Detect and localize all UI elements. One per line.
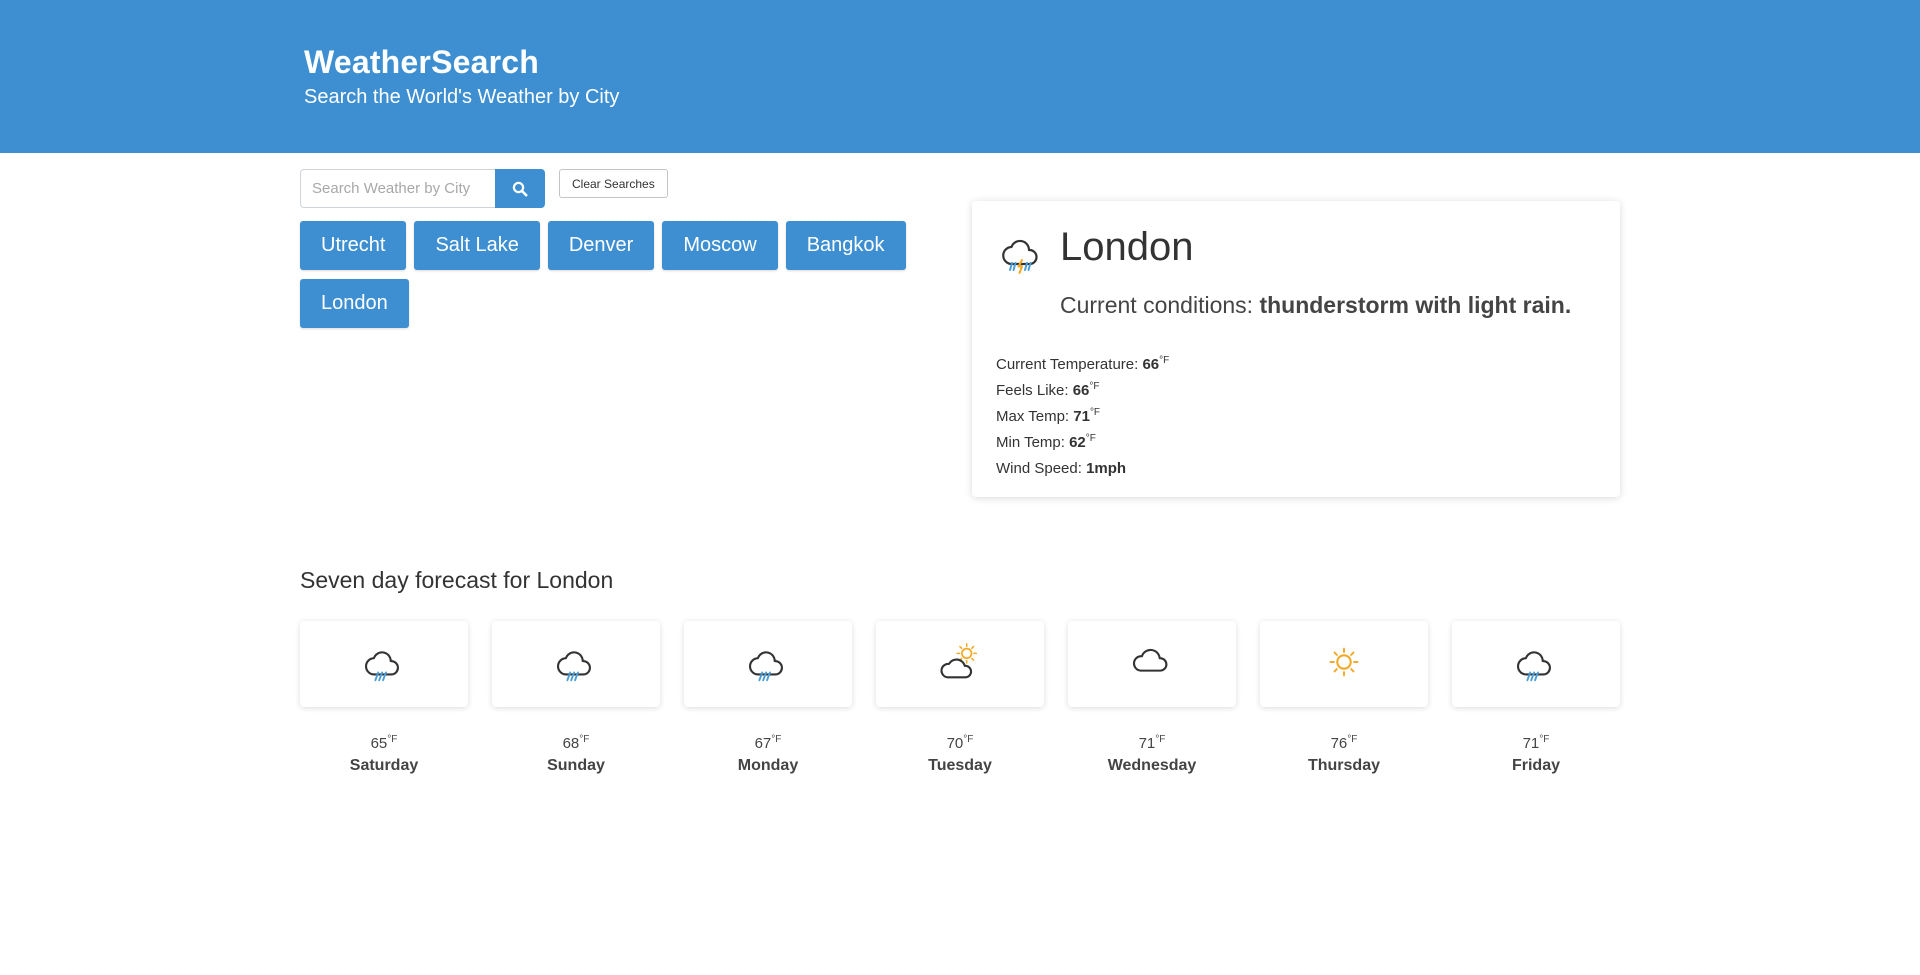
stat-value: 71 xyxy=(1073,408,1090,425)
app-subtitle: Search the World's Weather by City xyxy=(304,86,620,108)
forecast-day: 71°F Wednesday xyxy=(1068,621,1236,775)
stat-row: Wind Speed: 1mph xyxy=(996,452,1169,478)
forecast-temp-value: 71 xyxy=(1522,735,1540,752)
forecast-temp: 76°F xyxy=(1260,734,1428,752)
forecast-day-name: Friday xyxy=(1511,757,1560,774)
search-icon xyxy=(512,181,528,196)
forecast-temp: 65°F xyxy=(300,734,468,752)
stat-row: Max Temp: 71°F xyxy=(996,400,1169,426)
sun-icon xyxy=(1321,639,1367,690)
forecast-card xyxy=(876,621,1044,707)
forecast-temp: 70°F xyxy=(876,734,1044,752)
forecast-temp-unit: °F xyxy=(1155,734,1166,745)
rain-icon xyxy=(1513,639,1559,690)
forecast-day: 68°F Sunday xyxy=(492,621,660,775)
current-stats: Current Temperature: 66°F Feels Like: 66°… xyxy=(996,348,1169,478)
forecast-day: 71°F Friday xyxy=(1452,621,1620,775)
rain-icon xyxy=(745,639,791,690)
forecast-day: 76°F Thursday xyxy=(1260,621,1428,775)
forecast-list: 65°F Saturday 68°F Sunday 67°F Monday 70°F Tues… xyxy=(300,621,1620,775)
forecast-day-name: Sunday xyxy=(547,757,605,774)
forecast-temp-unit: °F xyxy=(1347,734,1358,745)
stat-value: 66 xyxy=(1072,382,1090,399)
city-button-moscow[interactable]: Moscow xyxy=(662,221,778,270)
stat-value: 1mph xyxy=(1086,460,1127,477)
forecast-day-name: Saturday xyxy=(349,757,419,774)
forecast-temp-value: 65 xyxy=(370,735,388,752)
thunderstorm-rain-icon xyxy=(998,227,1046,280)
stat-unit: °F xyxy=(1089,381,1100,392)
stat-row: Feels Like: 66°F xyxy=(996,374,1169,400)
forecast-temp: 68°F xyxy=(492,734,660,752)
rain-icon xyxy=(553,639,599,690)
rain-icon xyxy=(361,639,407,690)
search-history: Utrecht Salt Lake Denver Moscow Bangkok Londo… xyxy=(300,221,910,328)
stat-label: Wind Speed: xyxy=(996,460,1087,477)
forecast-temp-value: 67 xyxy=(754,735,772,752)
forecast-day-name: Thursday xyxy=(1307,757,1380,774)
forecast-day-name: Tuesday xyxy=(928,757,992,774)
forecast-temp-value: 71 xyxy=(1138,735,1156,752)
forecast-day-name: Wednesday xyxy=(1107,757,1197,774)
forecast-temp-unit: °F xyxy=(387,734,398,745)
current-city-name: London xyxy=(1060,225,1194,269)
city-button-utrecht[interactable]: Utrecht xyxy=(300,221,407,270)
city-button-denver[interactable]: Denver xyxy=(547,221,655,270)
forecast-card xyxy=(492,621,660,707)
forecast-temp: 71°F xyxy=(1452,734,1620,752)
city-button-bangkok[interactable]: Bangkok xyxy=(785,221,906,270)
forecast-day: 70°F Tuesday xyxy=(876,621,1044,775)
search-bar xyxy=(300,169,545,208)
stat-label: Max Temp: xyxy=(996,408,1074,425)
forecast-title: Seven day forecast for London xyxy=(300,567,614,593)
forecast-card xyxy=(684,621,852,707)
forecast-card xyxy=(1452,621,1620,707)
forecast-temp-value: 70 xyxy=(946,735,964,752)
forecast-temp: 67°F xyxy=(684,734,852,752)
forecast-temp-unit: °F xyxy=(963,734,974,745)
forecast-day: 65°F Saturday xyxy=(300,621,468,775)
stat-row: Current Temperature: 66°F xyxy=(996,348,1169,374)
stat-label: Feels Like: xyxy=(996,382,1073,399)
current-weather-card: London Current conditions: thunderstorm … xyxy=(972,201,1620,497)
forecast-temp-unit: °F xyxy=(579,734,590,745)
partly-cloudy-icon xyxy=(937,639,983,690)
forecast-temp-value: 76 xyxy=(1330,735,1348,752)
stat-value: 62 xyxy=(1069,434,1086,451)
page-header: WeatherSearch Search the World's Weather… xyxy=(0,0,1920,153)
stat-row: Min Temp: 62°F xyxy=(996,426,1169,452)
app-title: WeatherSearch xyxy=(304,44,540,80)
forecast-temp-unit: °F xyxy=(771,734,782,745)
cloud-icon xyxy=(1129,639,1175,690)
stat-unit: °F xyxy=(1085,433,1096,444)
conditions-value: thunderstorm with light rain. xyxy=(1259,292,1572,318)
forecast-card xyxy=(1068,621,1236,707)
forecast-temp-unit: °F xyxy=(1539,734,1550,745)
search-input[interactable] xyxy=(300,169,495,208)
forecast-card xyxy=(1260,621,1428,707)
current-conditions: Current conditions: thunderstorm with li… xyxy=(1060,292,1571,319)
forecast-day-name: Monday xyxy=(737,757,799,774)
stat-label: Min Temp: xyxy=(996,434,1070,451)
stat-value: 66 xyxy=(1142,356,1160,373)
forecast-temp: 71°F xyxy=(1068,734,1236,752)
city-button-salt-lake[interactable]: Salt Lake xyxy=(414,221,540,270)
search-button[interactable] xyxy=(495,169,545,208)
city-button-london[interactable]: London xyxy=(300,279,409,328)
conditions-label: Current conditions: xyxy=(1060,292,1260,318)
forecast-card xyxy=(300,621,468,707)
clear-searches-button[interactable]: Clear Searches xyxy=(559,169,668,198)
forecast-temp-value: 68 xyxy=(562,735,580,752)
stat-unit: °F xyxy=(1159,355,1170,366)
forecast-day: 67°F Monday xyxy=(684,621,852,775)
stat-unit: °F xyxy=(1089,407,1101,418)
stat-label: Current Temperature: xyxy=(996,356,1143,373)
